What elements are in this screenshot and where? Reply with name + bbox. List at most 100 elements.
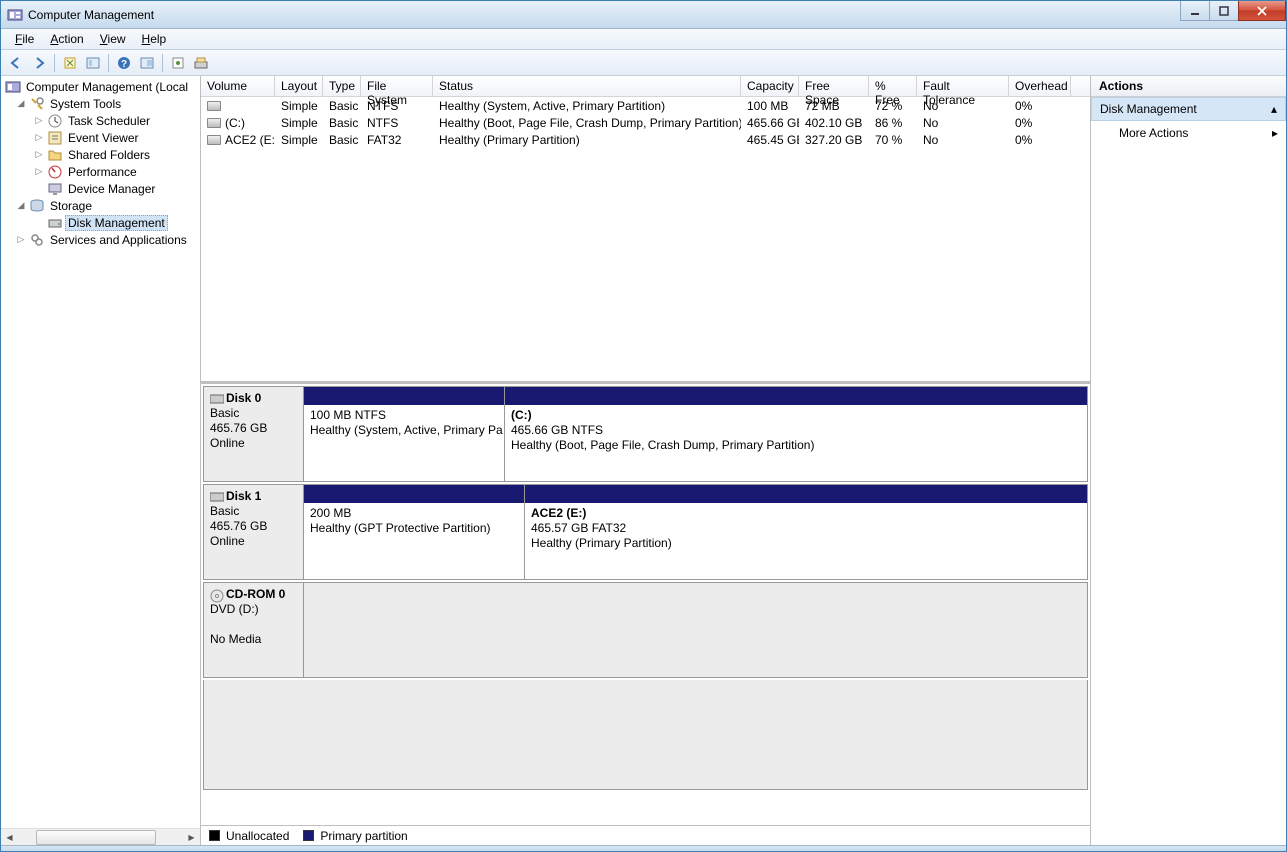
- disk-row-1[interactable]: Disk 1 Basic 465.76 GB Online 200 MB: [203, 484, 1088, 580]
- tree-label: Task Scheduler: [65, 114, 153, 128]
- partition-bar: [505, 387, 1087, 405]
- volume-row[interactable]: (C:) Simple Basic NTFS Healthy (Boot, Pa…: [201, 114, 1090, 131]
- disk-row-0[interactable]: Disk 0 Basic 465.76 GB Online 100 MB NTF…: [203, 386, 1088, 482]
- tree-content: Computer Management (Local ◢ System Tool…: [1, 76, 200, 828]
- titlebar[interactable]: Computer Management: [1, 1, 1286, 29]
- partition[interactable]: ACE2 (E:) 465.57 GB FAT32 Healthy (Prima…: [524, 485, 1087, 579]
- computer-icon: [5, 79, 21, 95]
- settings-button[interactable]: [167, 52, 189, 74]
- properties-button[interactable]: [82, 52, 104, 74]
- back-button[interactable]: [5, 52, 27, 74]
- volume-fs: NTFS: [361, 99, 433, 113]
- col-volume[interactable]: Volume: [201, 76, 275, 96]
- tree-root-label: Computer Management (Local: [23, 80, 191, 94]
- expand-icon[interactable]: ▷: [33, 149, 45, 161]
- tree-system-tools[interactable]: ◢ System Tools: [1, 95, 200, 112]
- window-title: Computer Management: [28, 8, 154, 22]
- tree-task-scheduler[interactable]: ▷ Task Scheduler: [1, 112, 200, 129]
- volume-fault: No: [917, 116, 1009, 130]
- volume-row[interactable]: ACE2 (E:) Simple Basic FAT32 Healthy (Pr…: [201, 131, 1090, 148]
- partition[interactable]: 200 MB Healthy (GPT Protective Partition…: [304, 485, 524, 579]
- chevron-right-icon: ▸: [1272, 126, 1278, 140]
- volume-layout: Simple: [275, 116, 323, 130]
- manage-button[interactable]: [190, 52, 212, 74]
- partition-desc: 465.57 GB FAT32: [531, 521, 1081, 536]
- col-overhead[interactable]: Overhead: [1009, 76, 1071, 96]
- actions-header: Actions: [1091, 76, 1286, 97]
- volume-row[interactable]: Simple Basic NTFS Healthy (System, Activ…: [201, 97, 1090, 114]
- col-type[interactable]: Type: [323, 76, 361, 96]
- tree-performance[interactable]: ▷ Performance: [1, 163, 200, 180]
- tree-storage[interactable]: ◢ Storage: [1, 197, 200, 214]
- col-layout[interactable]: Layout: [275, 76, 323, 96]
- minimize-button[interactable]: [1180, 1, 1210, 21]
- menu-file[interactable]: File: [7, 30, 42, 48]
- tree-event-viewer[interactable]: ▷ Event Viewer: [1, 129, 200, 146]
- svg-text:?: ?: [121, 59, 127, 70]
- menu-action[interactable]: Action: [42, 30, 91, 48]
- tree-label: Storage: [47, 199, 95, 213]
- expand-icon[interactable]: ▷: [33, 115, 45, 127]
- collapse-icon[interactable]: ◢: [15, 200, 27, 212]
- center-pane: Volume Layout Type File System Status Ca…: [201, 76, 1091, 845]
- partition[interactable]: 100 MB NTFS Healthy (System, Active, Pri…: [304, 387, 504, 481]
- scroll-thumb[interactable]: [36, 830, 156, 845]
- col-filesystem[interactable]: File System: [361, 76, 433, 96]
- tree-device-manager[interactable]: Device Manager: [1, 180, 200, 197]
- view-button[interactable]: [136, 52, 158, 74]
- actions-section[interactable]: Disk Management ▴: [1091, 97, 1286, 121]
- col-faulttolerance[interactable]: Fault Tolerance: [917, 76, 1009, 96]
- partition-body: 200 MB Healthy (GPT Protective Partition…: [304, 503, 524, 579]
- volume-pct: 70 %: [869, 133, 917, 147]
- disk-icon: [210, 393, 224, 405]
- performance-icon: [47, 164, 63, 180]
- services-icon: [29, 232, 45, 248]
- volume-name: ACE2 (E:): [201, 133, 275, 147]
- drive-icon: [207, 101, 221, 111]
- tools-icon: [29, 96, 45, 112]
- partition-desc: 200 MB: [310, 506, 518, 521]
- expand-icon[interactable]: ▷: [33, 132, 45, 144]
- forward-button[interactable]: [28, 52, 50, 74]
- volume-status: Healthy (System, Active, Primary Partiti…: [433, 99, 741, 113]
- tree-shared-folders[interactable]: ▷ Shared Folders: [1, 146, 200, 163]
- close-button[interactable]: [1238, 1, 1286, 21]
- col-freespace[interactable]: Free Space: [799, 76, 869, 96]
- maximize-button[interactable]: [1209, 1, 1239, 21]
- menu-view[interactable]: View: [92, 30, 134, 48]
- disk-row-cdrom[interactable]: CD-ROM 0 DVD (D:) No Media: [203, 582, 1088, 678]
- volume-overhead: 0%: [1009, 99, 1071, 113]
- tree-label: Performance: [65, 165, 140, 179]
- event-icon: [47, 130, 63, 146]
- toolbar: ?: [1, 50, 1286, 76]
- toolbar-separator: [162, 54, 163, 72]
- help-button[interactable]: ?: [113, 52, 135, 74]
- col-pctfree[interactable]: % Free: [869, 76, 917, 96]
- legend-swatch-unallocated: [209, 830, 220, 841]
- menu-help[interactable]: Help: [134, 30, 175, 48]
- scroll-right-icon[interactable]: ▶: [183, 829, 200, 846]
- scroll-left-icon[interactable]: ◀: [1, 829, 18, 846]
- cdrom-empty: [304, 583, 1087, 677]
- volume-status: Healthy (Boot, Page File, Crash Dump, Pr…: [433, 116, 741, 130]
- expand-icon[interactable]: ▷: [33, 166, 45, 178]
- partition[interactable]: (C:) 465.66 GB NTFS Healthy (Boot, Page …: [504, 387, 1087, 481]
- disk-name: Disk 1: [226, 489, 261, 503]
- cdrom-status: No Media: [210, 632, 297, 647]
- col-capacity[interactable]: Capacity: [741, 76, 799, 96]
- tree-root[interactable]: Computer Management (Local: [1, 78, 200, 95]
- tree-disk-management[interactable]: Disk Management: [1, 214, 200, 231]
- actions-more[interactable]: More Actions ▸: [1091, 121, 1286, 145]
- tree-label: Services and Applications: [47, 233, 190, 247]
- disk-name: CD-ROM 0: [226, 587, 285, 601]
- horizontal-scrollbar[interactable]: ◀ ▶: [1, 828, 200, 845]
- volume-free: 402.10 GB: [799, 116, 869, 130]
- col-status[interactable]: Status: [433, 76, 741, 96]
- refresh-button[interactable]: [59, 52, 81, 74]
- volume-list: Volume Layout Type File System Status Ca…: [201, 76, 1090, 384]
- collapse-icon[interactable]: ◢: [15, 98, 27, 110]
- tree-services[interactable]: ▷ Services and Applications: [1, 231, 200, 248]
- partition-name: ACE2 (E:): [531, 506, 1081, 521]
- expand-icon[interactable]: ▷: [15, 234, 27, 246]
- volume-name: (C:): [201, 116, 275, 130]
